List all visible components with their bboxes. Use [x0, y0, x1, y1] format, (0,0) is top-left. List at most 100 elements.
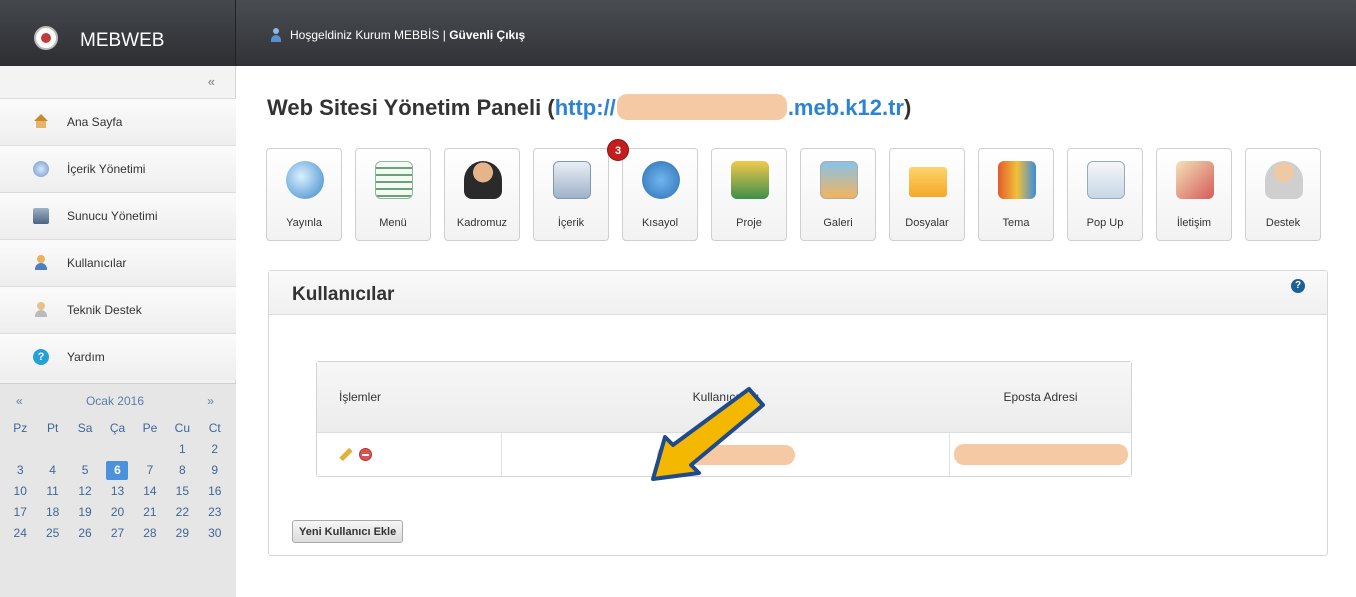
calendar-day[interactable]: 23: [199, 502, 231, 523]
calendar-day[interactable]: 13: [101, 481, 133, 502]
calendar-day[interactable]: 28: [134, 523, 166, 544]
toolbar-button-content[interactable]: İçerik 3: [533, 139, 629, 241]
calendar-weekday: Pe: [142, 421, 158, 435]
calendar-day[interactable]: 12: [69, 481, 101, 502]
redacted-mask: [616, 94, 787, 120]
content-icon: [33, 161, 49, 177]
module-toolbar: Yayınla Menü Kadromuz İçerik 3 Kısayol Proje Ga…: [266, 139, 1321, 241]
site-url[interactable]: http:// .meb.k12.tr: [554, 94, 904, 120]
toolbar-button-label: Proje: [736, 217, 762, 229]
sidebar-item-label: Teknik Destek: [67, 303, 142, 317]
calendar-day[interactable]: 3: [4, 460, 36, 481]
sidebar-item-label: Ana Sayfa: [67, 115, 123, 129]
calendar-day[interactable]: 17: [4, 502, 36, 523]
toolbar-button-gallery[interactable]: Galeri: [800, 148, 876, 241]
calendar-day[interactable]: 11: [36, 481, 68, 502]
calendar-day[interactable]: 18: [36, 502, 68, 523]
users-icon: [33, 255, 49, 271]
toolbar-button-contact[interactable]: İletişim: [1156, 148, 1232, 241]
column-header-username: Kullanıcı Adı: [692, 390, 760, 404]
column-header-actions: İşlemler: [339, 390, 382, 404]
table-row: [317, 433, 1131, 476]
toolbar-button-theme[interactable]: Tema: [978, 148, 1054, 241]
logo-area[interactable]: MEBWEB: [0, 0, 236, 66]
collapse-sidebar-button[interactable]: «: [208, 74, 215, 89]
toolbar-button-globe[interactable]: Yayınla: [266, 148, 342, 241]
calendar-next-button[interactable]: »: [207, 394, 214, 408]
site-url-end: .meb.k12.tr: [787, 95, 904, 120]
sidebar-item-support[interactable]: Teknik Destek: [0, 286, 236, 333]
toolbar-button-staff[interactable]: Kadromuz: [444, 148, 520, 241]
edit-icon[interactable]: [339, 447, 353, 462]
calendar-weekday: Pt: [46, 421, 59, 435]
calendar-day[interactable]: 30: [199, 523, 231, 544]
toolbar-button-support[interactable]: Destek: [1245, 148, 1321, 241]
calendar-prev-button[interactable]: «: [16, 394, 23, 408]
main-content: Web Sitesi Yönetim Paneli (http:// .meb.k…: [236, 66, 1356, 597]
popup-icon: [1087, 161, 1125, 199]
calendar-empty-cell: [69, 439, 101, 460]
sidebar-item-content[interactable]: İçerik Yönetimi: [0, 145, 236, 192]
calendar-weekday: Pz: [13, 421, 28, 435]
calendar-day[interactable]: 1: [166, 439, 198, 460]
toolbar-button-menu[interactable]: Menü: [355, 148, 431, 241]
calendar-day[interactable]: 15: [166, 481, 198, 502]
theme-icon: [998, 161, 1036, 199]
sidebar-item-label: Sunucu Yönetimi: [67, 209, 158, 223]
calendar-day[interactable]: 29: [166, 523, 198, 544]
site-url-start: http://: [554, 95, 616, 120]
toolbar-button-project[interactable]: Proje: [711, 148, 787, 241]
calendar-day[interactable]: 8: [166, 460, 198, 481]
calendar-weekday: Cu: [174, 421, 191, 435]
home-icon: [33, 114, 49, 130]
toolbar-button-star[interactable]: Kısayol: [622, 148, 698, 241]
calendar-day[interactable]: 5: [69, 460, 101, 481]
calendar-empty-cell: [101, 439, 133, 460]
globe-icon: [286, 161, 324, 199]
delete-icon[interactable]: [359, 448, 372, 461]
contact-icon: [1176, 161, 1214, 199]
toolbar-button-label: Menü: [379, 217, 407, 229]
top-bar: MEBWEB Hoşgeldiniz Kurum MEBBİS | Güvenl…: [0, 0, 1356, 66]
toolbar-button-popup[interactable]: Pop Up: [1067, 148, 1143, 241]
calendar-day[interactable]: 2: [199, 439, 231, 460]
toolbar-button-label: İçerik: [557, 217, 585, 229]
sidebar-item-label: Yardım: [67, 350, 105, 364]
calendar-empty-cell: [4, 439, 36, 460]
calendar-day[interactable]: 6: [106, 461, 129, 480]
calendar-day[interactable]: 9: [199, 460, 231, 481]
help-icon[interactable]: ?: [1291, 279, 1305, 293]
sidebar-item-home[interactable]: Ana Sayfa: [0, 98, 236, 145]
sidebar-item-help[interactable]: ? Yardım: [0, 333, 236, 380]
users-table: İşlemler Kullanıcı Adı Eposta Adresi: [316, 361, 1132, 477]
calendar-day[interactable]: 24: [4, 523, 36, 544]
toolbar-button-folder[interactable]: Dosyalar: [889, 148, 965, 241]
calendar-day[interactable]: 7: [134, 460, 166, 481]
calendar: « Ocak 2016 » Pz Pt Sa Ça Pe Cu Ct 1 2 3 4 5 6 7 8 9 10 1…: [0, 383, 236, 597]
calendar-header: « Ocak 2016 »: [0, 384, 236, 418]
panel-title: Kullanıcılar: [292, 284, 395, 305]
calendar-day[interactable]: 10: [4, 481, 36, 502]
sidebar-item-users[interactable]: Kullanıcılar: [0, 239, 236, 286]
cell-username: [502, 433, 950, 476]
toolbar-button-label: Kadromuz: [456, 217, 508, 229]
page-title-text: Web Sitesi Yönetim Paneli (: [267, 95, 555, 120]
meb-logo-icon: [34, 26, 58, 50]
calendar-day[interactable]: 19: [69, 502, 101, 523]
cell-email: [950, 433, 1131, 476]
calendar-day[interactable]: 21: [134, 502, 166, 523]
notification-badge: 3: [607, 139, 629, 161]
calendar-day[interactable]: 25: [36, 523, 68, 544]
calendar-day[interactable]: 26: [69, 523, 101, 544]
calendar-day[interactable]: 4: [36, 460, 68, 481]
calendar-day[interactable]: 14: [134, 481, 166, 502]
calendar-day[interactable]: 16: [199, 481, 231, 502]
sidebar-item-server[interactable]: Sunucu Yönetimi: [0, 192, 236, 239]
calendar-day[interactable]: 22: [166, 502, 198, 523]
calendar-day[interactable]: 27: [101, 523, 133, 544]
calendar-day[interactable]: 20: [101, 502, 133, 523]
calendar-empty-cell: [36, 439, 68, 460]
toolbar-button-label: Tema: [1002, 217, 1030, 229]
logout-link[interactable]: Güvenli Çıkış: [449, 28, 525, 42]
add-user-button[interactable]: Yeni Kullanıcı Ekle: [292, 520, 404, 543]
